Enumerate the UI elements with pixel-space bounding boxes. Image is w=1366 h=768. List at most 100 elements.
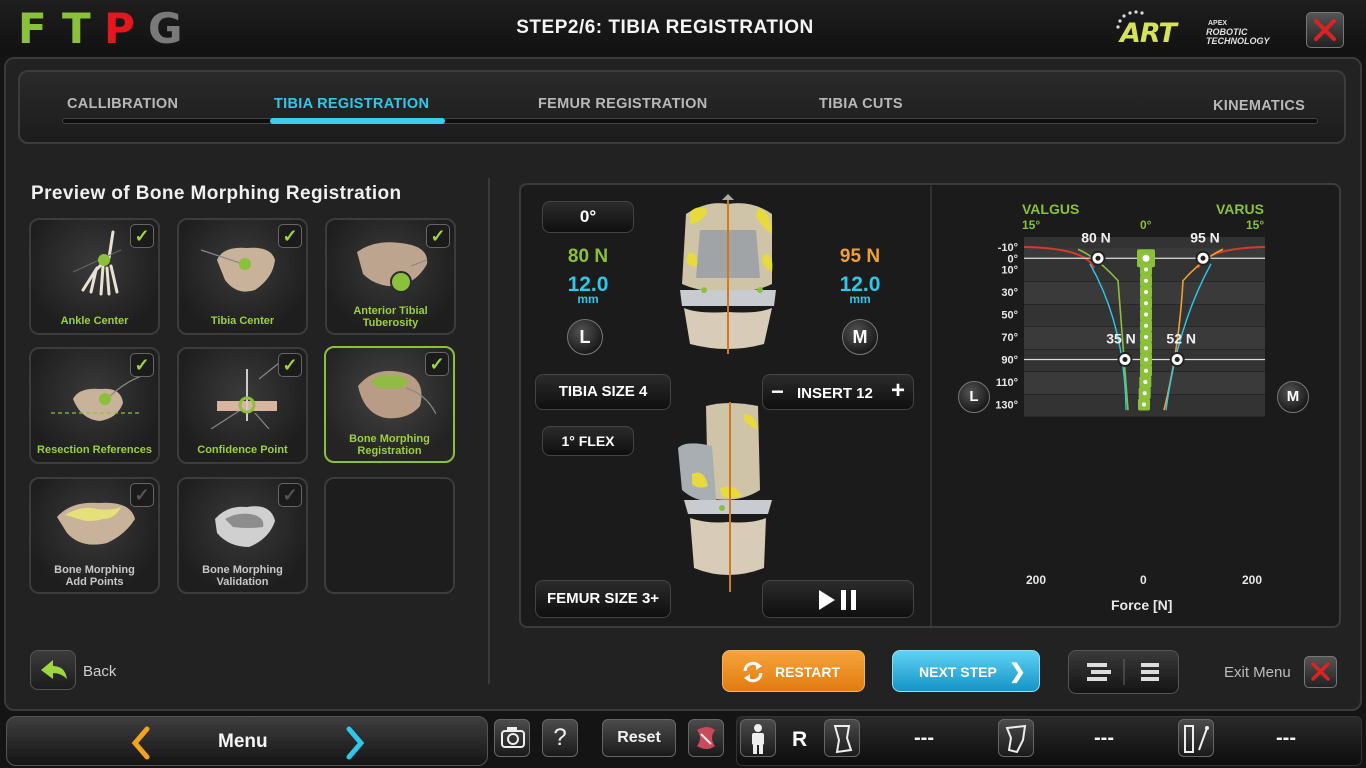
chart-medial-button[interactable]: M — [1277, 381, 1309, 413]
resection-icon — [51, 375, 141, 421]
tile-tibia-center[interactable]: ✓ Tibia Center — [177, 218, 308, 335]
tab-progress-track — [62, 118, 1318, 124]
alignment-dot — [1144, 335, 1148, 339]
tile-resection-references[interactable]: ✓ Resection References — [29, 347, 160, 464]
bone-morphing-icon — [358, 370, 436, 419]
check-icon: ✓ — [130, 224, 154, 248]
alignment-view-button[interactable] — [1068, 650, 1179, 694]
tile-bone-morphing-validation[interactable]: ✓ Bone Morphing Validation — [177, 477, 308, 594]
knee-tracker-icon — [833, 725, 853, 754]
help-button[interactable]: ? — [542, 719, 578, 757]
tile-label: Confidence Point — [197, 444, 288, 456]
bone-view-button[interactable] — [688, 719, 724, 757]
add-points-icon — [57, 502, 135, 545]
tile-label: Ankle Center — [60, 315, 129, 327]
y-tick-label: -10° — [998, 242, 1018, 254]
left-force-value: 80 N — [567, 246, 609, 267]
right-force-label: 95 N — [1190, 230, 1220, 245]
menu-label[interactable]: Menu — [218, 731, 268, 753]
y-tick-label: 110° — [996, 377, 1018, 389]
alignment-dot — [1144, 312, 1148, 317]
status-value-2: --- — [1094, 727, 1114, 749]
tab-tibia-registration[interactable]: TIBIA REGISTRATION — [274, 96, 429, 112]
chevron-right-icon[interactable] — [339, 723, 369, 763]
tile-ankle-center[interactable]: ✓ Ankle Center — [29, 218, 160, 335]
alignment-dot — [1144, 301, 1148, 306]
insert-increase-button[interactable]: + — [891, 378, 905, 404]
alignment-dot — [1142, 391, 1147, 396]
right-force-label: 52 N — [1166, 331, 1196, 347]
viz-divider — [930, 186, 932, 626]
x-tick-left: 200 — [1026, 573, 1047, 587]
tile-label: Bone Morphing Validation — [202, 564, 283, 588]
x-tick-center: 0 — [1140, 573, 1147, 587]
right-gap-unit: mm — [849, 292, 871, 306]
tile-bone-morphing-add-points[interactable]: ✓ Bone Morphing Add Points — [29, 477, 160, 594]
force-point-center — [1174, 357, 1180, 362]
tab-femur-registration[interactable]: FEMUR REGISTRATION — [538, 96, 707, 112]
knee-tracker-button[interactable] — [824, 719, 860, 757]
back-label[interactable]: Back — [83, 663, 116, 680]
alignment-dot — [1144, 346, 1148, 351]
brand-subtitle: ROBOTIC TECHNOLOGY — [1206, 28, 1270, 46]
pointer-tool-button[interactable] — [1178, 719, 1214, 757]
patient-view-button[interactable] — [740, 719, 776, 757]
tibia-size-button[interactable]: TIBIA SIZE 4 — [535, 374, 671, 410]
restart-label: RESTART — [775, 664, 841, 680]
chevron-left-icon[interactable] — [127, 723, 157, 763]
alignment-dot — [1142, 402, 1146, 407]
tile-label: Bone Morphing Add Points — [54, 564, 135, 588]
femur-tracker-button[interactable] — [998, 719, 1034, 757]
alignment-dot — [1144, 357, 1148, 362]
chart-lateral-button[interactable]: L — [958, 381, 990, 413]
force-point-center — [1122, 357, 1128, 362]
panel-divider — [488, 178, 490, 684]
art-brand-logo: ART APEX ROBOTIC TECHNOLOGY — [1114, 8, 1294, 52]
tile-label: Anterior Tibial Tuberosity — [353, 305, 428, 329]
check-icon: ✓ — [426, 224, 450, 248]
right-force-value: 95 N — [839, 246, 881, 267]
status-value-3: --- — [1276, 727, 1296, 749]
brand-line2: TECHNOLOGY — [1206, 36, 1270, 46]
knee-extension-image — [680, 194, 776, 354]
knee-flexion-image — [678, 402, 772, 592]
tab-active-indicator — [270, 118, 445, 124]
check-icon: ✓ — [278, 224, 302, 248]
tab-tibia-cuts[interactable]: TIBIA CUTS — [819, 96, 903, 112]
tibia-plateau-icon — [200, 247, 275, 292]
play-pause-button[interactable] — [762, 580, 914, 618]
lateral-side-button[interactable]: L — [567, 319, 603, 355]
check-icon: ✓ — [278, 353, 302, 377]
femur-size-button[interactable]: FEMUR SIZE 3+ — [535, 580, 671, 618]
check-icon: ✓ — [278, 483, 302, 507]
alignment-dot — [1144, 290, 1148, 294]
y-tick-label: 50° — [1001, 310, 1018, 322]
status-value-1: --- — [914, 727, 934, 749]
menu-bar: Menu — [6, 716, 488, 766]
brand-word: ART — [1120, 18, 1177, 49]
back-button[interactable] — [30, 650, 76, 690]
medial-side-button[interactable]: M — [842, 319, 878, 355]
y-tick-label: 70° — [1001, 332, 1018, 344]
tile-anterior-tibial-tuberosity[interactable]: ✓ Anterior Tibial Tuberosity — [325, 218, 456, 335]
tab-kinematics[interactable]: KINEMATICS — [1213, 98, 1305, 114]
header-bar: F T P G STEP2/6: TIBIA REGISTRATION ART … — [0, 0, 1366, 56]
close-button[interactable] — [1306, 12, 1344, 48]
tab-callibration[interactable]: CALLIBRATION — [67, 96, 178, 112]
side-indicator: R — [792, 728, 808, 751]
tile-bone-morphing-registration[interactable]: ✓ Bone Morphing Registration — [324, 346, 455, 463]
insert-size-label: INSERT 12 — [797, 385, 873, 402]
y-tick-label: 30° — [1001, 287, 1018, 299]
camera-button[interactable] — [494, 719, 530, 757]
left-gap-unit: mm — [577, 292, 599, 306]
exit-menu-button[interactable] — [1304, 656, 1337, 688]
exit-menu-label[interactable]: Exit Menu — [1224, 664, 1291, 681]
check-icon: ✓ — [425, 352, 449, 376]
next-step-button[interactable]: NEXT STEP ❯ — [892, 650, 1040, 692]
force-point-center — [1095, 255, 1101, 261]
y-tick-label: 10° — [1001, 265, 1018, 277]
y-tick-label: 0° — [1007, 253, 1018, 265]
reset-button[interactable]: Reset — [602, 719, 676, 757]
tile-confidence-point[interactable]: ✓ Confidence Point — [177, 347, 308, 464]
restart-button[interactable]: RESTART — [722, 650, 865, 692]
